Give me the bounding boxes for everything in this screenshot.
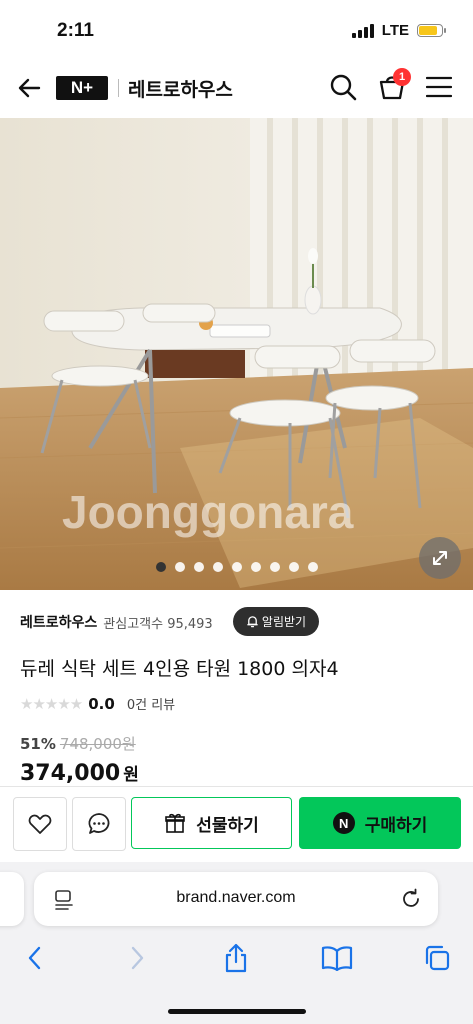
search-icon [330, 74, 357, 101]
gallery-dot[interactable] [212, 562, 223, 572]
gallery-dot[interactable] [288, 562, 299, 572]
rating-row[interactable]: ★★★★★ 0.0 0건 리뷰 [20, 694, 175, 714]
bookmarks-icon [321, 946, 353, 971]
home-indicator [168, 1009, 306, 1014]
expand-image-button[interactable] [419, 537, 461, 579]
discount-rate: 51% [20, 734, 56, 753]
gallery-dot[interactable] [174, 562, 185, 572]
final-price: 374,000 [20, 761, 121, 786]
nav-divider [118, 79, 119, 97]
naver-plus-logo[interactable]: N+ [56, 76, 108, 100]
status-time: 2:11 [57, 20, 94, 41]
gallery-dot[interactable] [250, 562, 261, 572]
gallery-dot[interactable] [155, 562, 166, 572]
tabs-icon [425, 945, 450, 971]
final-price-row: 374,000 원 [20, 760, 139, 786]
product-image[interactable]: Joonggonara [0, 118, 473, 590]
browser-chrome: brand.naver.com [0, 862, 473, 1024]
currency-label: 원 [123, 765, 139, 785]
discount-row: 51% 748,000원 [20, 733, 136, 754]
chevron-left-icon [28, 946, 41, 970]
share-button[interactable] [216, 940, 256, 976]
notify-button-label: 알림받기 [261, 615, 307, 629]
store-row: 레트로하우스 관심고객수 95,493 [20, 608, 213, 636]
original-price: 748,000원 [59, 735, 136, 753]
status-indicators: LTE [351, 22, 446, 39]
rating-score: 0.0 [88, 694, 115, 713]
gallery-dot[interactable] [269, 562, 280, 572]
chat-icon [88, 813, 110, 834]
review-count[interactable]: 0건 리뷰 [127, 694, 175, 713]
previous-tab-preview[interactable] [0, 872, 24, 926]
browser-back-button[interactable] [15, 940, 55, 976]
follower-count: 관심고객수 95,493 [103, 616, 213, 632]
gallery-dot[interactable] [193, 562, 204, 572]
network-label: LTE [381, 22, 409, 39]
wishlist-button[interactable] [13, 797, 67, 851]
url-text[interactable]: brand.naver.com [34, 889, 438, 907]
logo-text: N+ [70, 78, 94, 97]
rating-stars: ★★★★★ [20, 694, 83, 713]
menu-button[interactable] [425, 75, 453, 99]
search-button[interactable] [328, 72, 358, 102]
watermark-text: Joonggonara [62, 486, 354, 538]
reload-icon[interactable] [400, 888, 422, 910]
gift-button-label: 선물하기 [196, 815, 259, 836]
buy-button-label: 구매하기 [364, 815, 428, 836]
store-name[interactable]: 레트로하우스 [20, 612, 97, 632]
gift-button[interactable]: 선물하기 [131, 797, 292, 849]
talk-button[interactable] [72, 797, 126, 851]
browser-forward-button[interactable] [117, 940, 157, 976]
tabs-button[interactable] [417, 940, 457, 976]
address-bar[interactable]: brand.naver.com [34, 872, 438, 926]
heart-icon [28, 814, 52, 834]
chevron-right-icon [131, 946, 144, 970]
expand-icon [433, 551, 447, 565]
share-icon [225, 943, 247, 973]
signal-icon [351, 23, 374, 38]
back-button[interactable] [14, 72, 46, 104]
nav-store-title[interactable]: 레트로하우스 [128, 75, 233, 102]
browser-toolbar [0, 940, 473, 980]
product-title: 듀레 식탁 세트 4인용 타원 1800 의자4 [20, 658, 339, 680]
bell-icon [247, 616, 258, 628]
dining-set-photo: Joonggonara [0, 118, 473, 590]
cart-count-badge: 1 [393, 68, 411, 86]
gift-icon [165, 813, 186, 833]
battery-icon [417, 24, 446, 37]
status-bar: 2:11 LTE [0, 0, 473, 60]
naver-pay-icon: N [332, 812, 355, 834]
menu-icon [425, 76, 453, 98]
back-arrow-icon [18, 78, 41, 98]
gallery-dot[interactable] [231, 562, 242, 572]
purchase-action-bar: 선물하기 N 구매하기 [0, 786, 473, 863]
bookmarks-button[interactable] [317, 940, 357, 976]
notify-button[interactable]: 알림받기 [233, 607, 319, 636]
buy-button[interactable]: N 구매하기 [299, 797, 461, 849]
gallery-dot[interactable] [307, 562, 318, 572]
gallery-dots[interactable] [0, 562, 473, 572]
